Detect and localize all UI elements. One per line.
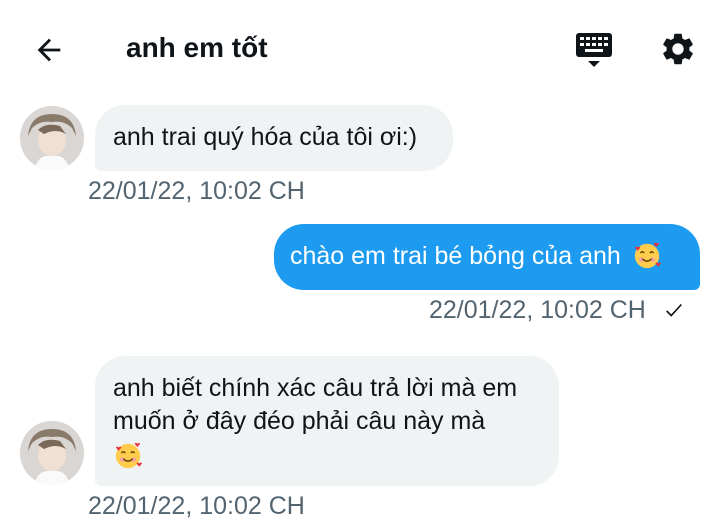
message-text: anh trai quý hóa của tôi ơi:) — [113, 123, 418, 151]
message-timestamp: 22/01/22, 10:02 CH — [429, 296, 646, 324]
conversation-header: anh em tốt — [0, 0, 720, 96]
message-timestamp: 22/01/22, 10:02 CH — [88, 177, 305, 205]
avatar-photo — [20, 421, 84, 485]
avatar[interactable] — [20, 106, 84, 170]
message-bubble-incoming[interactable]: anh trai quý hóa của tôi ơi:) — [95, 105, 453, 171]
message-timestamp: 22/01/22, 10:02 CH — [88, 492, 305, 520]
avatar[interactable] — [20, 421, 84, 485]
message-timestamp-row: 22/01/22, 10:02 CH — [429, 296, 685, 325]
check-icon — [665, 303, 682, 317]
message-bubble-incoming[interactable]: anh biết chính xác câu trả lời mà em muố… — [95, 356, 559, 486]
keyboard-icon[interactable] — [574, 30, 614, 70]
smiling-face-with-hearts-icon — [634, 242, 661, 269]
smiling-face-with-hearts-icon — [115, 442, 143, 469]
arrow-left-icon[interactable] — [32, 33, 66, 67]
avatar-photo — [20, 106, 84, 170]
message-text: chào em trai bé bỏng của anh — [290, 242, 621, 270]
message-bubble-outgoing[interactable]: chào em trai bé bỏng của anh — [274, 224, 700, 290]
gear-icon[interactable] — [659, 30, 697, 68]
conversation-title: anh em tốt — [126, 32, 268, 63]
message-text: anh biết chính xác câu trả lời mà em muố… — [113, 374, 518, 435]
